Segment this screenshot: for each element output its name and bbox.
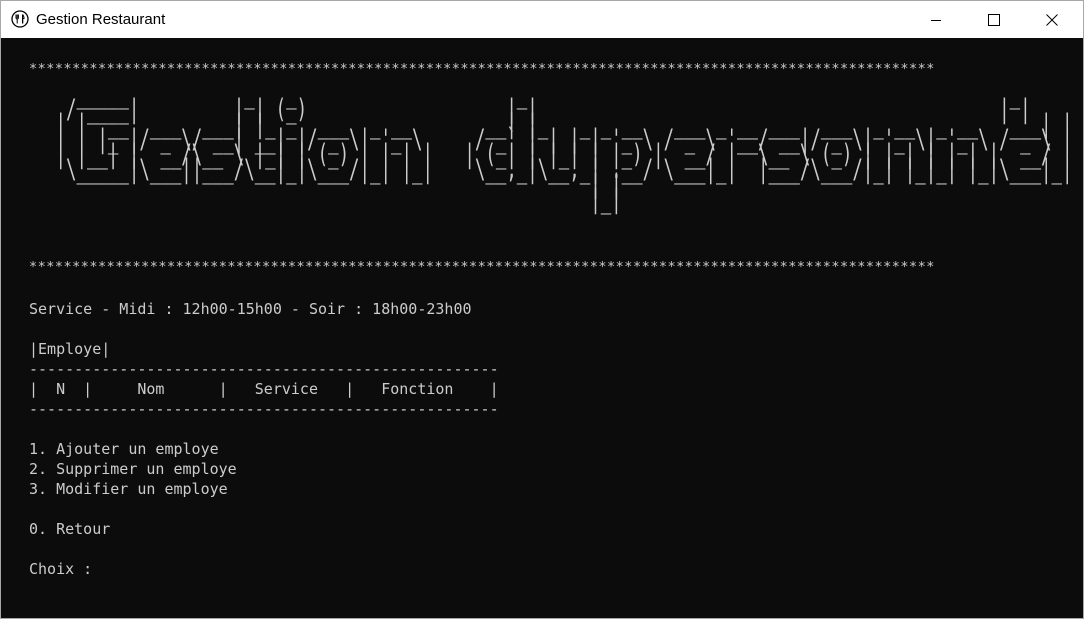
- menu-item-edit-employee: 3. Modifier un employe: [29, 480, 228, 498]
- table-separator-bottom: ----------------------------------------…: [29, 400, 499, 418]
- choice-prompt[interactable]: Choix :: [29, 559, 101, 579]
- ascii-banner-line: |_|: [45, 184, 1063, 215]
- ascii-banner: _____ _ _ _ _ / ____| | | (_) | | | | | …: [45, 81, 1072, 215]
- minimize-icon: [931, 19, 941, 21]
- table-header: | N | Nom | Service | Fonction |: [29, 380, 499, 398]
- menu-item-delete-employee: 2. Supprimer un employe: [29, 460, 237, 478]
- stars-bottom-line: ****************************************…: [29, 259, 935, 275]
- window-title: Gestion Restaurant: [36, 11, 166, 28]
- fork-knife-icon: [11, 10, 29, 28]
- table-separator-top: ----------------------------------------…: [29, 360, 499, 378]
- console-output[interactable]: ****************************************…: [1, 39, 1083, 618]
- maximize-icon: [988, 13, 1000, 26]
- menu-item-add-employee: 1. Ajouter un employe: [29, 440, 219, 458]
- close-button[interactable]: [1023, 1, 1081, 38]
- stars-top-line: ****************************************…: [29, 61, 935, 77]
- section-label: |Employe|: [29, 340, 111, 358]
- console-window: Gestion Restaurant *********************…: [0, 0, 1084, 619]
- title-bar[interactable]: Gestion Restaurant: [1, 1, 1083, 38]
- service-hours-line: Service - Midi : 12h00-15h00 - Soir : 18…: [29, 300, 472, 318]
- minimize-button[interactable]: [907, 1, 965, 38]
- menu-item-back: 0. Retour: [29, 520, 111, 538]
- maximize-button[interactable]: [965, 1, 1023, 38]
- close-icon: [1046, 13, 1058, 26]
